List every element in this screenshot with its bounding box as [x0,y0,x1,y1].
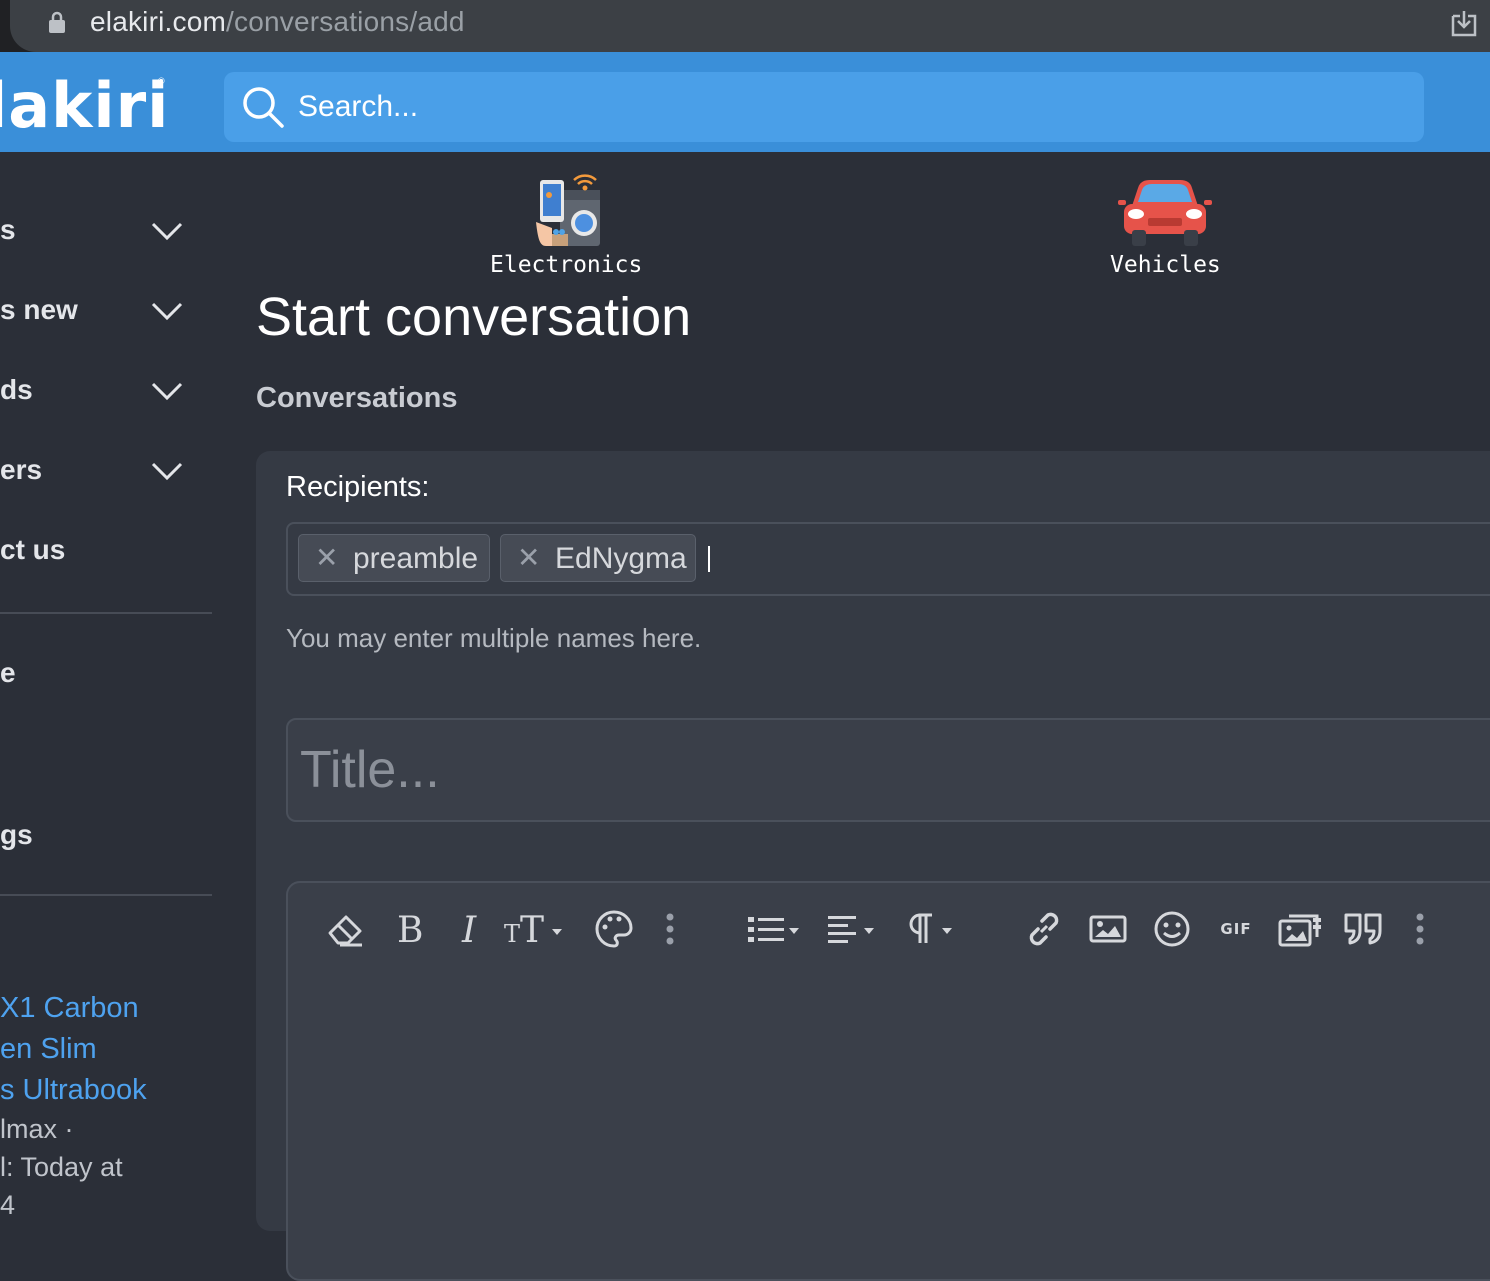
url-text[interactable]: elakiri.com/conversations/add [90,6,465,38]
svg-text:B: B [397,910,423,949]
italic-button[interactable]: I [452,905,492,953]
title-input[interactable] [286,718,1490,822]
sidebar-divider [0,894,212,896]
category-label: Vehicles [1110,252,1221,278]
sidebar-item-label: ds [0,374,33,405]
sidebar-item-4[interactable]: ers [0,432,212,512]
thread-timestamp: l: Today at [0,1152,123,1182]
thread-link[interactable]: en Slim [0,1033,97,1066]
image-icon [1089,915,1127,943]
more-options-button[interactable] [1408,905,1432,953]
chevron-down-icon[interactable] [150,294,184,328]
align-left-icon [828,916,874,943]
url-host: elakiri.com [90,6,227,37]
recipient-chip: ✕ preamble [298,534,490,582]
recipient-name: EdNygma [555,542,687,575]
address-bar[interactable]: elakiri.com/conversations/add [10,0,1490,52]
remove-recipient-icon[interactable]: ✕ [517,541,540,574]
recipients-label: Recipients: [286,471,430,503]
message-editor[interactable]: B I TT GIF [286,881,1490,1281]
sidebar-item-2[interactable]: s new [0,272,212,352]
sidebar: s s new ds ers ct us e gs X1 Carbon en S… [0,152,256,1220]
sidebar-item-label: s [0,214,16,245]
more-options-button[interactable] [658,905,682,953]
car-icon [1118,180,1213,246]
emoji-icon [1154,911,1190,947]
install-app-icon[interactable] [1448,8,1480,40]
recipient-chip: ✕ EdNygma [500,534,696,582]
media-button[interactable] [1276,905,1326,953]
category-vehicles[interactable]: Vehicles [1110,170,1221,278]
text-caret [708,546,710,572]
sidebar-item-label: ers [0,454,43,485]
thread-link[interactable]: X1 Carbon [0,992,139,1025]
more-vertical-icon [1416,913,1424,945]
link-icon [1029,912,1059,946]
link-button[interactable] [1022,905,1066,953]
site-header: lakiri ® [0,52,1490,152]
recipient-name: preamble [353,542,479,575]
emoji-button[interactable] [1150,905,1194,953]
bold-button[interactable]: B [390,905,430,953]
breadcrumb[interactable]: Conversations [256,382,457,415]
gif-button[interactable]: GIF [1214,905,1258,953]
svg-text:I: I [461,910,477,949]
italic-icon: I [461,910,477,949]
registered-mark: ® [158,76,165,86]
list-button[interactable] [744,905,808,953]
svg-text:T: T [504,920,520,948]
sidebar-item-label: ct us [0,534,66,565]
color-button[interactable] [592,905,636,953]
page-title: Start conversation [256,287,692,347]
align-button[interactable] [824,905,888,953]
sidebar-item-1[interactable]: s [0,192,212,272]
search-icon [243,87,284,128]
sidebar-item-7[interactable]: gs [0,819,33,851]
url-path: /conversations/add [226,6,465,37]
svg-text:T: T [520,910,544,949]
list-icon [748,917,799,942]
remove-recipient-icon[interactable]: ✕ [315,541,338,574]
more-vertical-icon [666,913,674,945]
eraser-button[interactable] [324,905,368,953]
thread-author[interactable]: lmax · [0,1114,74,1145]
electronics-icon [536,174,601,246]
recipients-field[interactable]: ✕ preamble ✕ EdNygma [286,522,1490,596]
sidebar-divider [0,612,212,614]
bold-icon: B [397,910,423,949]
quote-icon [1344,913,1382,945]
sidebar-item-label: s new [0,294,78,325]
chevron-down-icon[interactable] [150,214,184,248]
sidebar-item-3[interactable]: ds [0,352,212,432]
thread-link[interactable]: s Ultrabook [0,1074,147,1107]
font-size-button[interactable]: TT [504,905,568,953]
browser-toolbar: elakiri.com/conversations/add [0,0,1490,52]
quote-button[interactable] [1342,905,1386,953]
gif-icon: GIF [1220,920,1252,938]
media-gallery-icon [1278,914,1321,947]
eraser-icon [328,915,362,947]
image-button[interactable] [1086,905,1130,953]
search-box[interactable] [224,72,1424,142]
search-input[interactable] [296,72,1396,142]
palette-icon [595,910,633,948]
chevron-down-icon[interactable] [150,454,184,488]
recipients-hint: You may enter multiple names here. [286,623,702,653]
category-electronics[interactable]: Electronics [490,170,642,278]
site-logo[interactable]: lakiri [0,69,169,142]
thread-meta: 4 [0,1190,16,1220]
chevron-down-icon[interactable] [150,374,184,408]
paragraph-button[interactable] [904,905,968,953]
font-size-icon: TT [504,910,562,949]
conversation-form: Recipients: ✕ preamble ✕ EdNygma You may… [256,451,1490,1281]
lock-icon [49,11,65,33]
sidebar-item-5[interactable]: ct us [0,512,212,592]
category-label: Electronics [490,252,643,278]
sidebar-item-6[interactable]: e [0,657,16,689]
paragraph-icon [909,913,952,943]
